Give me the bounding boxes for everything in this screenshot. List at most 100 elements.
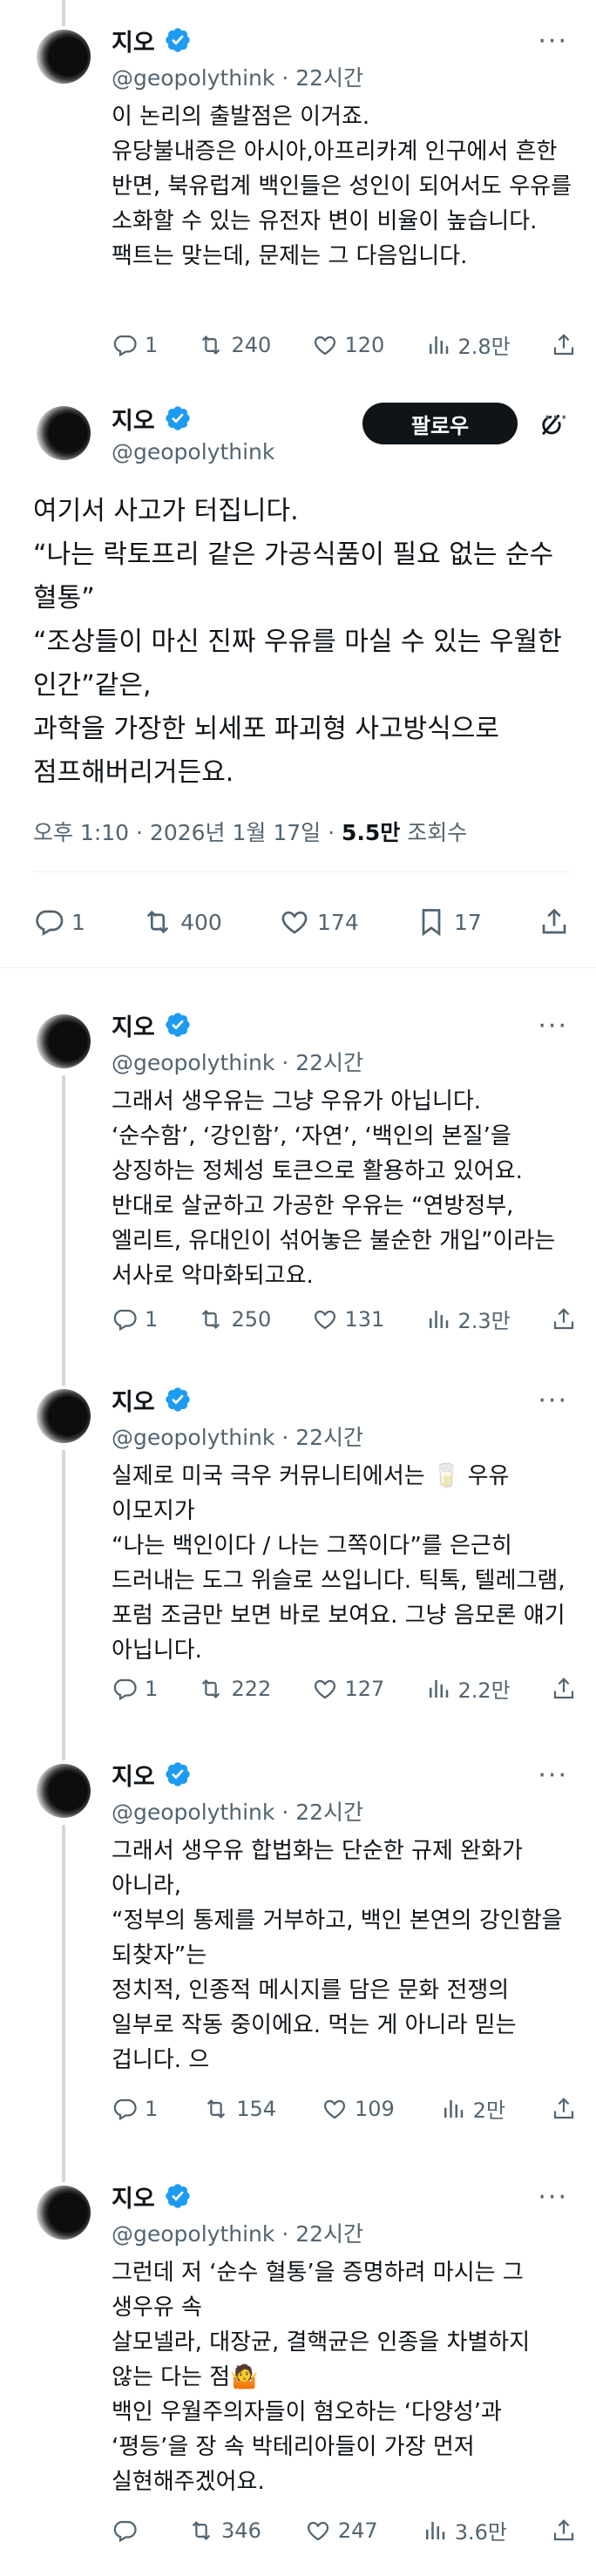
more-options-icon[interactable]: ···: [538, 1760, 568, 1791]
repost-button[interactable]: 250: [198, 1306, 271, 1332]
repost-icon: [142, 906, 173, 938]
share-icon: [551, 2096, 577, 2122]
views-label: 조회수: [400, 820, 468, 845]
author-handle[interactable]: @geopolythink: [112, 1800, 274, 1825]
main-author-name[interactable]: 지오: [112, 402, 155, 436]
verified-badge-icon: [164, 2182, 192, 2210]
reply-button[interactable]: 1: [112, 1676, 158, 1702]
reply-button[interactable]: 1: [112, 1306, 158, 1332]
bookmark-button[interactable]: 17: [416, 906, 482, 938]
share-icon: [538, 906, 570, 938]
repost-count: 250: [231, 1306, 272, 1332]
verified-badge-icon: [164, 1386, 192, 1413]
heart-icon: [279, 906, 310, 938]
like-button[interactable]: 247: [305, 2518, 378, 2544]
author-name[interactable]: 지오: [112, 1008, 155, 1042]
avatar[interactable]: [37, 1764, 91, 1818]
more-options-icon[interactable]: ···: [538, 1011, 568, 1041]
views-button[interactable]: 2.3만: [425, 1304, 511, 1334]
reply-count: 1: [145, 1306, 159, 1332]
more-options-icon[interactable]: ···: [543, 403, 568, 433]
repost-button[interactable]: 222: [198, 1676, 271, 1702]
share-button[interactable]: [551, 1676, 577, 1702]
views-button[interactable]: 3.6만: [422, 2515, 507, 2545]
like-button[interactable]: 174: [279, 906, 359, 938]
reply-tweet[interactable]: 지오 ··· @geopolythink · 22시간 그런데 저 ‘순수 혈통…: [0, 2156, 596, 2576]
thread-line: [62, 1359, 65, 1386]
main-avatar[interactable]: [37, 406, 91, 460]
heart-icon: [305, 2518, 331, 2544]
heart-icon: [322, 2096, 348, 2122]
main-author-handle[interactable]: @geopolythink: [112, 439, 274, 464]
repost-button[interactable]: 346: [188, 2518, 261, 2544]
author-name[interactable]: 지오: [112, 1758, 155, 1792]
author-handle[interactable]: @geopolythink: [112, 2221, 274, 2247]
thread-line: [62, 1075, 65, 1359]
reply-tweet[interactable]: 지오 ··· @geopolythink · 22시간 실제로 미국 극우 커뮤…: [0, 1359, 596, 1734]
views-button[interactable]: 2.8만: [425, 329, 511, 360]
tweet-text: 그런데 저 ‘순수 혈통’을 증명하려 마시는 그 생우유 속 살모넬라, 대장…: [112, 2260, 531, 2495]
reply-button[interactable]: [112, 2518, 145, 2544]
avatar[interactable]: [37, 1389, 91, 1443]
reply-tweet[interactable]: 지오 ··· @geopolythink · 22시간 그래서 생우유 합법화는…: [0, 1734, 596, 2156]
share-icon: [551, 332, 577, 358]
verified-badge-icon: [164, 404, 192, 432]
thread-line: [62, 1450, 65, 1734]
author-handle[interactable]: @geopolythink: [112, 1425, 274, 1450]
share-button[interactable]: [551, 332, 577, 358]
reply-button[interactable]: 1: [33, 906, 85, 938]
author-name[interactable]: 지오: [112, 24, 155, 58]
heart-icon: [312, 332, 338, 358]
reply-button[interactable]: 1: [112, 2096, 158, 2122]
like-button[interactable]: 120: [312, 332, 384, 358]
author-handle[interactable]: @geopolythink: [112, 1050, 274, 1075]
share-icon: [551, 1676, 577, 1702]
author-name[interactable]: 지오: [112, 1383, 155, 1417]
reply-button[interactable]: 1: [112, 332, 158, 358]
avatar[interactable]: [37, 2186, 91, 2240]
share-button[interactable]: [538, 906, 570, 938]
view-count: 3.6만: [454, 2520, 507, 2545]
reply-icon: [112, 2518, 138, 2544]
repost-button[interactable]: 400: [142, 906, 222, 938]
repost-icon: [198, 1676, 224, 1702]
more-options-icon[interactable]: ···: [538, 2182, 568, 2213]
repost-count: 240: [231, 332, 272, 357]
repost-icon: [198, 332, 224, 358]
more-options-icon[interactable]: ···: [538, 26, 568, 57]
views-button[interactable]: 2.2만: [425, 1673, 511, 1704]
share-icon: [551, 1306, 577, 1332]
repost-button[interactable]: 154: [203, 2096, 276, 2122]
tweet-time[interactable]: 22시간: [295, 2221, 363, 2247]
tweet-time[interactable]: 22시간: [295, 1800, 363, 1825]
tweet-text: 이 논리의 출발점은 이거죠. 유당불내증은 아시아,아프리카계 인구에서 흔한…: [112, 104, 572, 269]
repost-count: 400: [180, 909, 222, 935]
like-button[interactable]: 127: [312, 1676, 384, 1702]
reply-count: 1: [145, 332, 159, 357]
like-button[interactable]: 109: [322, 2096, 395, 2122]
share-icon: [551, 2518, 577, 2544]
verified-badge-icon: [164, 26, 192, 54]
share-button[interactable]: [551, 1306, 577, 1332]
more-options-icon[interactable]: ···: [538, 1386, 568, 1416]
follow-button[interactable]: 팔로우: [362, 403, 518, 444]
like-button[interactable]: 131: [312, 1306, 384, 1332]
author-handle[interactable]: @geopolythink: [112, 65, 274, 91]
repost-button[interactable]: 240: [198, 332, 271, 358]
share-button[interactable]: [551, 2518, 577, 2544]
views-button[interactable]: 2만: [440, 2093, 505, 2124]
like-count: 247: [337, 2518, 378, 2543]
avatar[interactable]: [37, 30, 91, 84]
reply-count: 1: [71, 909, 85, 935]
tweet-time[interactable]: 22시간: [295, 1050, 363, 1075]
tweet-timestamp[interactable]: 오후 1:10 · 2026년 1월 17일 ·: [33, 820, 342, 845]
avatar[interactable]: [37, 1014, 91, 1068]
author-name[interactable]: 지오: [112, 2179, 155, 2213]
reply-tweet[interactable]: 지오 ··· @geopolythink · 22시간 그래서 생우유는 그냥 …: [0, 985, 596, 1359]
views-icon: [440, 2096, 466, 2122]
tweet-time[interactable]: 22시간: [295, 1425, 363, 1450]
share-button[interactable]: [551, 2096, 577, 2122]
bookmark-count: 17: [453, 909, 482, 935]
tweet-time[interactable]: 22시간: [295, 65, 363, 91]
reply-tweet[interactable]: 지오 ··· @geopolythink · 22시간 이 논리의 출발점은 이…: [0, 0, 596, 375]
